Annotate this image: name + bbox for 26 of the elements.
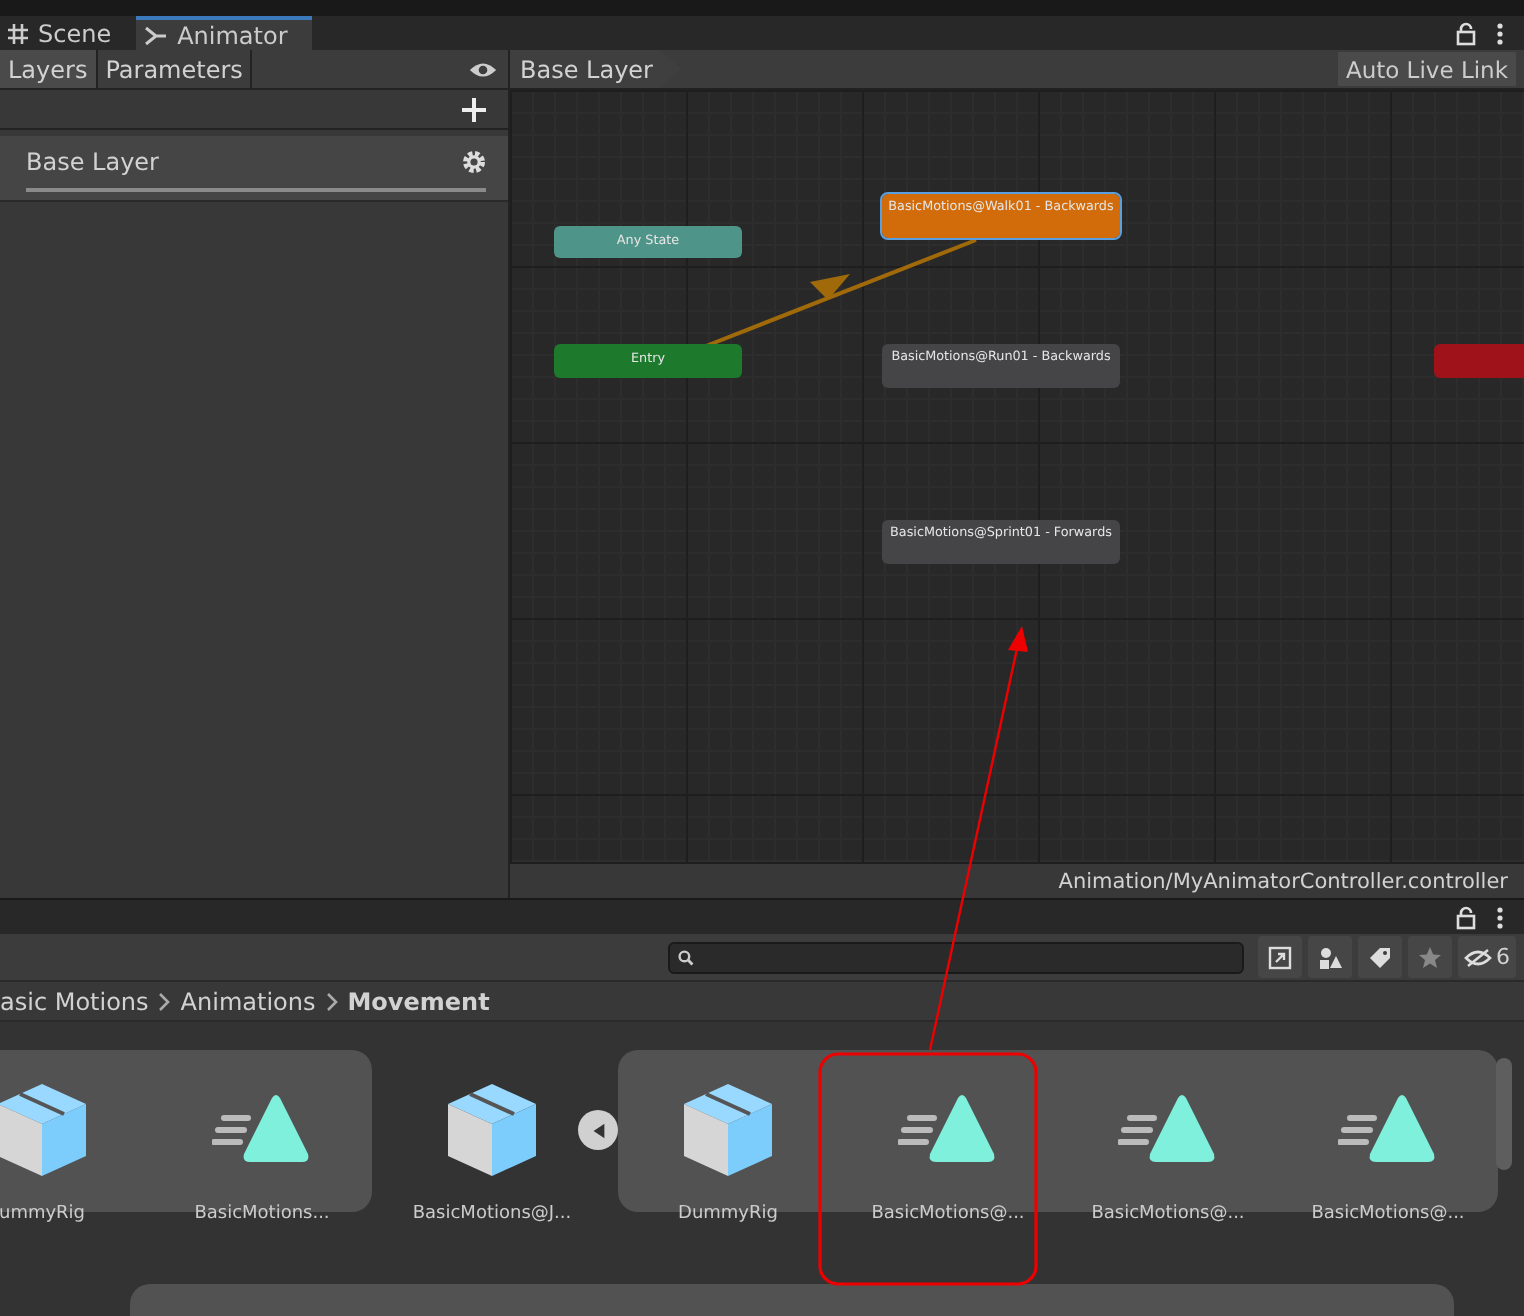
asset-name: BasicMotions@J... — [412, 1204, 572, 1224]
asset-name: BasicMotions@... — [1091, 1204, 1245, 1224]
asset-item[interactable]: DummyRig — [618, 1050, 838, 1224]
layer-name: Base Layer — [26, 148, 159, 176]
controller-path: Animation/MyAnimatorController.controller — [1058, 869, 1508, 893]
asset-item[interactable]: BasicMotions... — [152, 1050, 372, 1224]
editor-tab[interactable]: Animator — [135, 16, 312, 50]
auto-live-link-button[interactable]: Auto Live Link — [1337, 52, 1516, 86]
panel-tab[interactable]: Layers — [0, 50, 98, 88]
asset-item[interactable]: BasicMotions@J... — [382, 1050, 602, 1224]
asset-name: ummyRig — [0, 1204, 86, 1224]
asset-item[interactable]: BasicMotions@... — [1058, 1050, 1278, 1224]
asset-name: BasicMotions@... — [871, 1204, 1025, 1224]
layer-item[interactable]: Base Layer — [0, 136, 508, 202]
folder-breadcrumb[interactable]: Animations — [180, 987, 316, 1015]
asset-item[interactable]: BasicMotions@... — [1278, 1050, 1498, 1224]
folder-breadcrumb[interactable]: asic Motions — [0, 987, 149, 1015]
hidden-packages-button[interactable]: 6 — [1458, 936, 1516, 978]
editor-tab[interactable]: Scene — [0, 16, 136, 50]
panel-tab[interactable]: Parameters — [97, 50, 253, 88]
asset-name: DummyRig — [678, 1204, 778, 1224]
asset-item[interactable]: ummyRig — [0, 1050, 152, 1224]
asset-item[interactable]: BasicMotions@... — [838, 1050, 1058, 1224]
asset-name: BasicMotions@... — [1311, 1204, 1465, 1224]
folder-breadcrumb[interactable]: Movement — [347, 987, 490, 1015]
asset-name: BasicMotions... — [194, 1204, 330, 1224]
